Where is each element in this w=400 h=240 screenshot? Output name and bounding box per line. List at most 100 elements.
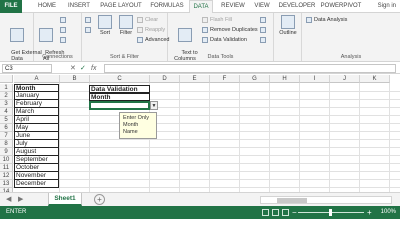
group-connections: Refresh All Connections xyxy=(34,13,82,62)
column-header-b[interactable]: B xyxy=(60,75,90,83)
zoom-slider-knob[interactable] xyxy=(329,209,332,216)
row-header-4[interactable]: 4 xyxy=(0,108,13,116)
month-cell[interactable]: May xyxy=(14,124,59,132)
column-header-d[interactable]: D xyxy=(150,75,180,83)
tab-view[interactable]: VIEW xyxy=(251,0,273,13)
prev-sheet-icon[interactable]: ◀ xyxy=(6,195,11,203)
row-header-9[interactable]: 9 xyxy=(0,148,13,156)
clear-filter-icon xyxy=(137,16,143,23)
tab-insert[interactable]: INSERT xyxy=(63,0,95,13)
outline-button[interactable]: Outline xyxy=(276,15,300,37)
row-header-3[interactable]: 3 xyxy=(0,100,13,108)
column-header-i[interactable]: I xyxy=(300,75,330,83)
get-external-data-button[interactable]: Get External Data xyxy=(2,15,42,69)
row-header-8[interactable]: 8 xyxy=(0,140,13,148)
sort-ascending-button[interactable] xyxy=(85,16,93,24)
consolidate-button[interactable] xyxy=(260,16,268,24)
row-header-7[interactable]: 7 xyxy=(0,132,13,140)
month-cell[interactable]: September xyxy=(14,156,59,164)
sort-descending-button[interactable] xyxy=(85,26,93,34)
data-analysis-button[interactable]: Data Analysis xyxy=(306,16,347,24)
tab-home[interactable]: HOME xyxy=(34,0,60,13)
month-cell[interactable]: December xyxy=(14,180,59,188)
tab-formulas[interactable]: FORMULAS xyxy=(147,0,187,13)
column-header-h[interactable]: H xyxy=(270,75,300,83)
normal-view-icon[interactable] xyxy=(262,209,269,216)
column-header-g[interactable]: G xyxy=(240,75,270,83)
month-cell[interactable]: August xyxy=(14,148,59,156)
name-box[interactable]: C3 xyxy=(2,64,52,73)
filter-button[interactable]: Filter xyxy=(116,15,136,37)
column-header-j[interactable]: J xyxy=(330,75,360,83)
row-header-11[interactable]: 11 xyxy=(0,164,13,172)
add-sheet-icon[interactable]: + xyxy=(94,194,105,205)
row-header-13[interactable]: 13 xyxy=(0,180,13,188)
properties-button[interactable] xyxy=(60,26,68,34)
tab-data[interactable]: DATA xyxy=(189,0,213,14)
month-cell[interactable]: June xyxy=(14,132,59,140)
select-all-corner[interactable] xyxy=(0,75,13,83)
sort-button[interactable]: Sort xyxy=(96,15,114,37)
dv-title-cell[interactable]: Data Validation xyxy=(89,85,150,93)
reapply-button[interactable]: Reapply xyxy=(137,26,165,34)
advanced-filter-button[interactable]: Advanced xyxy=(137,36,169,44)
month-cell[interactable]: November xyxy=(14,172,59,180)
horizontal-scrollbar[interactable] xyxy=(260,196,392,204)
row-header-12[interactable]: 12 xyxy=(0,172,13,180)
edit-links-button[interactable] xyxy=(60,36,68,44)
tab-powerpivot[interactable]: POWERPIVOT xyxy=(320,0,362,13)
column-header-f[interactable]: F xyxy=(210,75,240,83)
month-cell[interactable]: July xyxy=(14,140,59,148)
dv-header-cell[interactable]: Month xyxy=(89,93,150,101)
tab-review[interactable]: REVIEW xyxy=(217,0,249,13)
month-cell[interactable]: October xyxy=(14,164,59,172)
zoom-level[interactable]: 100% xyxy=(381,206,396,219)
month-cell[interactable]: January xyxy=(14,92,59,100)
fx-icon[interactable]: fx xyxy=(91,63,96,74)
flash-fill-button[interactable]: Flash Fill xyxy=(202,16,232,24)
relationships-button[interactable] xyxy=(260,36,268,44)
column-header-a[interactable]: A xyxy=(14,75,60,83)
column-header-k[interactable]: K xyxy=(360,75,390,83)
gridline xyxy=(13,179,400,180)
enter-icon[interactable]: ✓ xyxy=(80,63,86,74)
row-header-5[interactable]: 5 xyxy=(0,116,13,124)
page-break-view-icon[interactable] xyxy=(282,209,289,216)
month-cell[interactable]: April xyxy=(14,116,59,124)
connections-button[interactable] xyxy=(60,16,68,24)
month-header-cell[interactable]: Month xyxy=(14,84,59,92)
tab-developer[interactable]: DEVELOPER xyxy=(276,0,318,13)
next-sheet-icon[interactable]: ▶ xyxy=(18,195,23,203)
tab-page-layout[interactable]: PAGE LAYOUT xyxy=(98,0,144,13)
cancel-icon[interactable]: ✕ xyxy=(70,63,76,74)
column-header-e[interactable]: E xyxy=(180,75,210,83)
worksheet-grid[interactable]: ABCDEFGHIJK 1 2 3 4 5 6 7 8 9 10 11 12 13 14 Month Jan… xyxy=(0,75,400,192)
zoom-in-icon[interactable]: + xyxy=(367,206,372,219)
dropdown-arrow-icon[interactable]: ▼ xyxy=(150,101,158,110)
month-cell[interactable]: March xyxy=(14,108,59,116)
sheet-tab-sheet1[interactable]: Sheet1 xyxy=(48,193,82,206)
ribbon: Get External Data Refresh All Connection… xyxy=(0,13,400,62)
column-header-c[interactable]: C xyxy=(90,75,150,83)
remove-duplicates-button[interactable]: Remove Duplicates xyxy=(202,26,258,34)
row-header-1[interactable]: 1 xyxy=(0,84,13,92)
selected-cell-c3[interactable] xyxy=(89,101,150,110)
zoom-out-icon[interactable]: − xyxy=(292,206,297,219)
month-cell[interactable]: February xyxy=(14,100,59,108)
sign-in-link[interactable]: Sign in xyxy=(378,0,396,13)
flash-fill-label: Flash Fill xyxy=(210,17,233,23)
row-header-2[interactable]: 2 xyxy=(0,92,13,100)
formula-input[interactable] xyxy=(104,64,396,73)
what-if-analysis-button[interactable] xyxy=(260,26,268,34)
text-to-columns-button[interactable]: Text to Columns xyxy=(171,15,199,69)
scroll-thumb[interactable] xyxy=(277,198,307,203)
row-header-10[interactable]: 10 xyxy=(0,156,13,164)
clear-label: Clear xyxy=(145,17,159,23)
page-layout-view-icon[interactable] xyxy=(272,209,279,216)
reapply-label: Reapply xyxy=(145,27,166,33)
clear-button[interactable]: Clear xyxy=(137,16,158,24)
data-validation-button[interactable]: Data Validation xyxy=(202,36,247,44)
row-header-6[interactable]: 6 xyxy=(0,124,13,132)
refresh-all-button[interactable]: Refresh All xyxy=(36,15,64,69)
tab-file[interactable]: FILE xyxy=(0,0,22,13)
